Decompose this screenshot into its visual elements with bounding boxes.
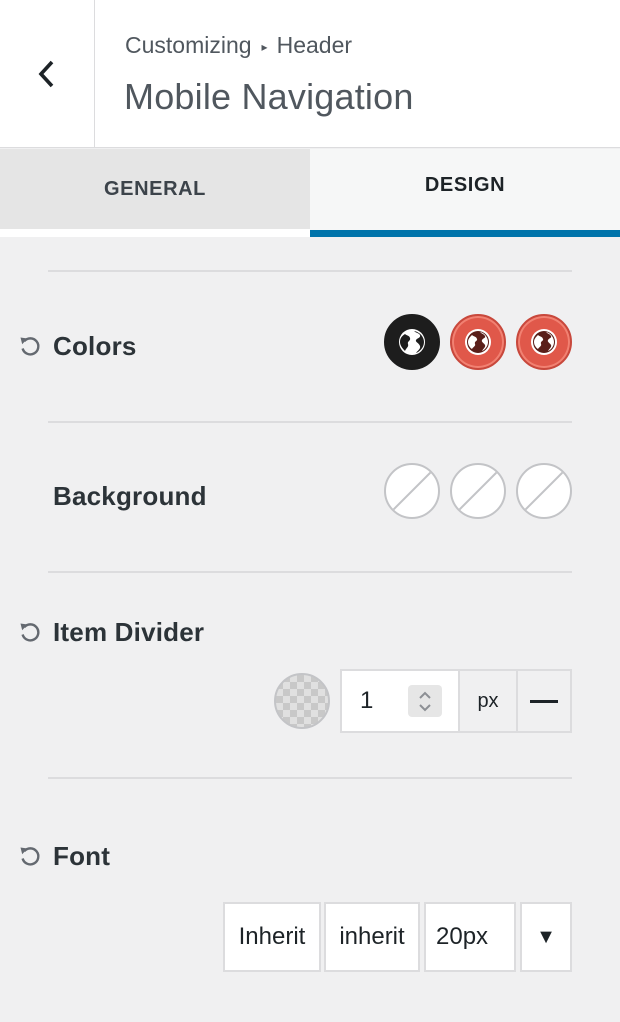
breadcrumb-item: Header (276, 32, 353, 58)
background-swatch-empty[interactable] (450, 463, 506, 519)
color-swatch-red[interactable] (450, 314, 506, 370)
section-divider (48, 571, 572, 573)
font-family-value: Inherit (238, 923, 306, 950)
tab-gap (0, 229, 310, 237)
page-title: Mobile Navigation (124, 76, 414, 117)
font-family-button[interactable]: Inherit (223, 902, 321, 972)
tab-label: DESIGN (424, 174, 506, 196)
chevron-up-icon (419, 691, 431, 699)
tab-label: GENERAL (104, 177, 206, 200)
divider-color-swatch[interactable] (274, 673, 330, 729)
chevron-down-icon (419, 703, 431, 711)
font-size-value: 20px (436, 923, 489, 950)
font-weight-button[interactable]: inherit (324, 902, 420, 972)
no-color-icon (457, 470, 499, 512)
globe-icon (531, 329, 557, 355)
background-swatch-empty[interactable] (516, 463, 572, 519)
divider-style-selector[interactable] (516, 669, 572, 733)
background-label: Background (53, 481, 207, 511)
divider-width-value: 1 (360, 687, 374, 714)
divider-width-input[interactable]: 1 (340, 669, 460, 733)
reset-icon[interactable] (18, 334, 42, 358)
section-divider (48, 777, 572, 779)
divider-unit-label: px (477, 689, 499, 712)
divider-unit-selector[interactable]: px (458, 669, 518, 733)
customizer-header: Customizing ▸ Header Mobile Navigation (0, 0, 620, 148)
globe-icon (399, 329, 425, 355)
chevron-left-icon (38, 60, 54, 87)
color-swatch-red[interactable] (516, 314, 572, 370)
font-weight-value: inherit (339, 923, 405, 950)
font-label: Font (53, 841, 111, 871)
no-color-icon (391, 470, 433, 512)
background-swatch-empty[interactable] (384, 463, 440, 519)
colors-label: Colors (53, 331, 137, 361)
line-solid-icon (530, 699, 558, 703)
section-divider (48, 421, 572, 423)
tab-design[interactable]: DESIGN (310, 149, 620, 237)
number-spinner[interactable] (408, 685, 442, 717)
item-divider-label: Item Divider (53, 617, 205, 647)
breadcrumb-item: Customizing (125, 32, 252, 58)
reset-icon[interactable] (18, 620, 42, 644)
font-options-toggle[interactable]: ▼ (520, 902, 572, 972)
breadcrumb-separator-icon: ▸ (261, 39, 268, 54)
back-button[interactable] (0, 0, 95, 147)
tab-general[interactable]: GENERAL (0, 149, 310, 229)
no-color-icon (523, 470, 565, 512)
triangle-down-icon: ▼ (536, 925, 556, 948)
section-divider (48, 270, 572, 272)
font-size-button[interactable]: 20px (424, 902, 516, 972)
globe-icon (465, 329, 491, 355)
reset-icon[interactable] (18, 844, 42, 868)
color-swatch-dark[interactable] (384, 314, 440, 370)
tab-bar: GENERAL DESIGN (0, 149, 620, 237)
breadcrumb: Customizing ▸ Header (125, 32, 352, 59)
